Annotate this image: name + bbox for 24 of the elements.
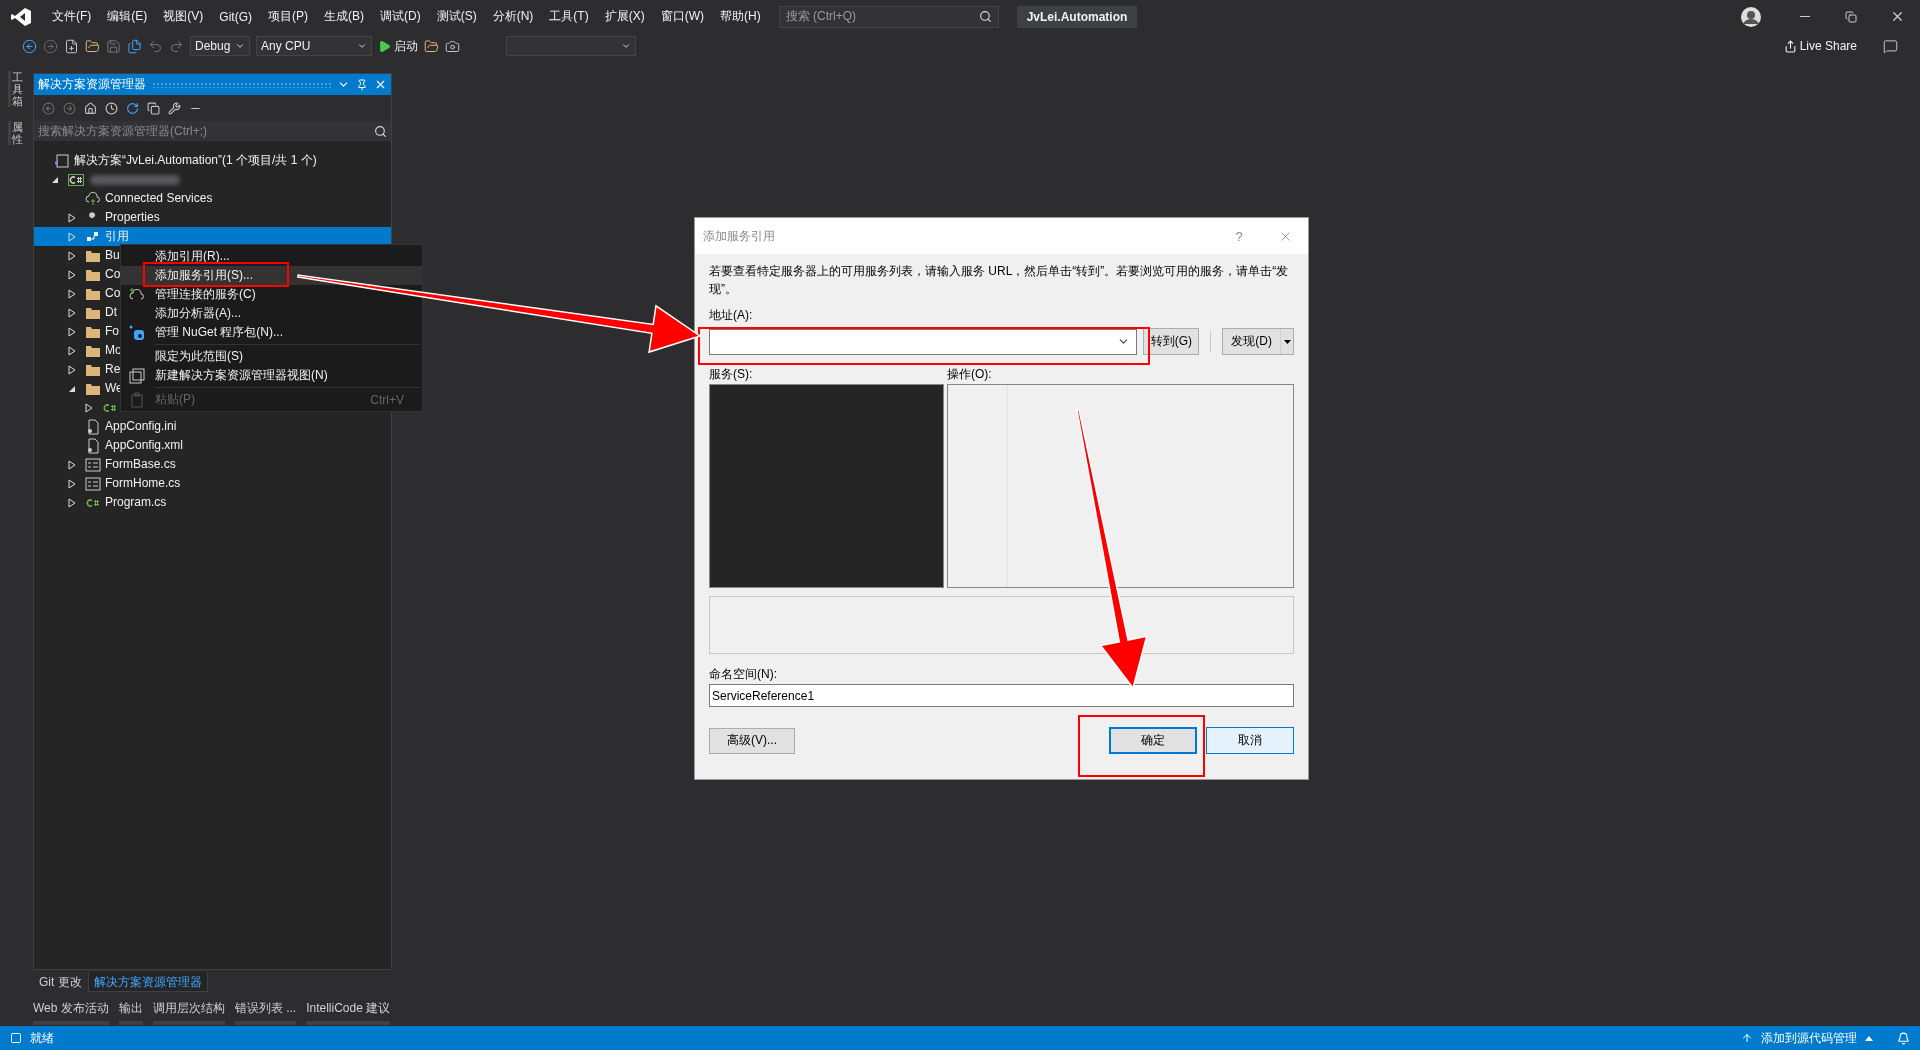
tree-item-label: Bu xyxy=(105,249,120,262)
field-label: 服务(S): xyxy=(709,367,754,381)
tree-item-label: AppConfig.xml xyxy=(105,439,184,452)
tree-item-label: Connected Services xyxy=(105,192,213,205)
tree-item-label: Co xyxy=(105,287,121,300)
description-text: 若要查看特定服务器上的可用服务列表，请输入服务 URL，然后单击“转到”。若要浏览可用的服务，请单击“发现”。 xyxy=(709,263,1290,298)
tree-item-label: Re xyxy=(105,363,121,376)
dialog-title: 添加服务引用 xyxy=(703,227,776,245)
tree-item-label: FormBase.cs xyxy=(105,458,176,471)
tree-item-label: Fo xyxy=(105,325,119,338)
field-label: 操作(O): xyxy=(947,367,993,381)
field-label: 命名空间(N): xyxy=(709,667,777,681)
field-label: 地址(A): xyxy=(709,308,753,322)
tree-item-label: Properties xyxy=(105,211,160,224)
tree-item-label: AppConfig.ini xyxy=(105,420,177,433)
tree-item-label: Dt xyxy=(105,306,117,319)
panel-title: 解决方案资源管理器 xyxy=(38,76,146,93)
status-text: 就绪 xyxy=(30,1029,54,1047)
tree-item-label: FormHome.cs xyxy=(105,477,181,490)
solution-name: JvLei.Automation xyxy=(1016,5,1138,28)
tree-item-label: 引用 xyxy=(105,230,129,243)
tree-item-label: Co xyxy=(105,268,121,281)
tree-item-label: Program.cs xyxy=(105,496,167,509)
tree-item-label: 解决方案“JvLei.Automation”(1 个项目/共 1 个) xyxy=(74,154,317,167)
